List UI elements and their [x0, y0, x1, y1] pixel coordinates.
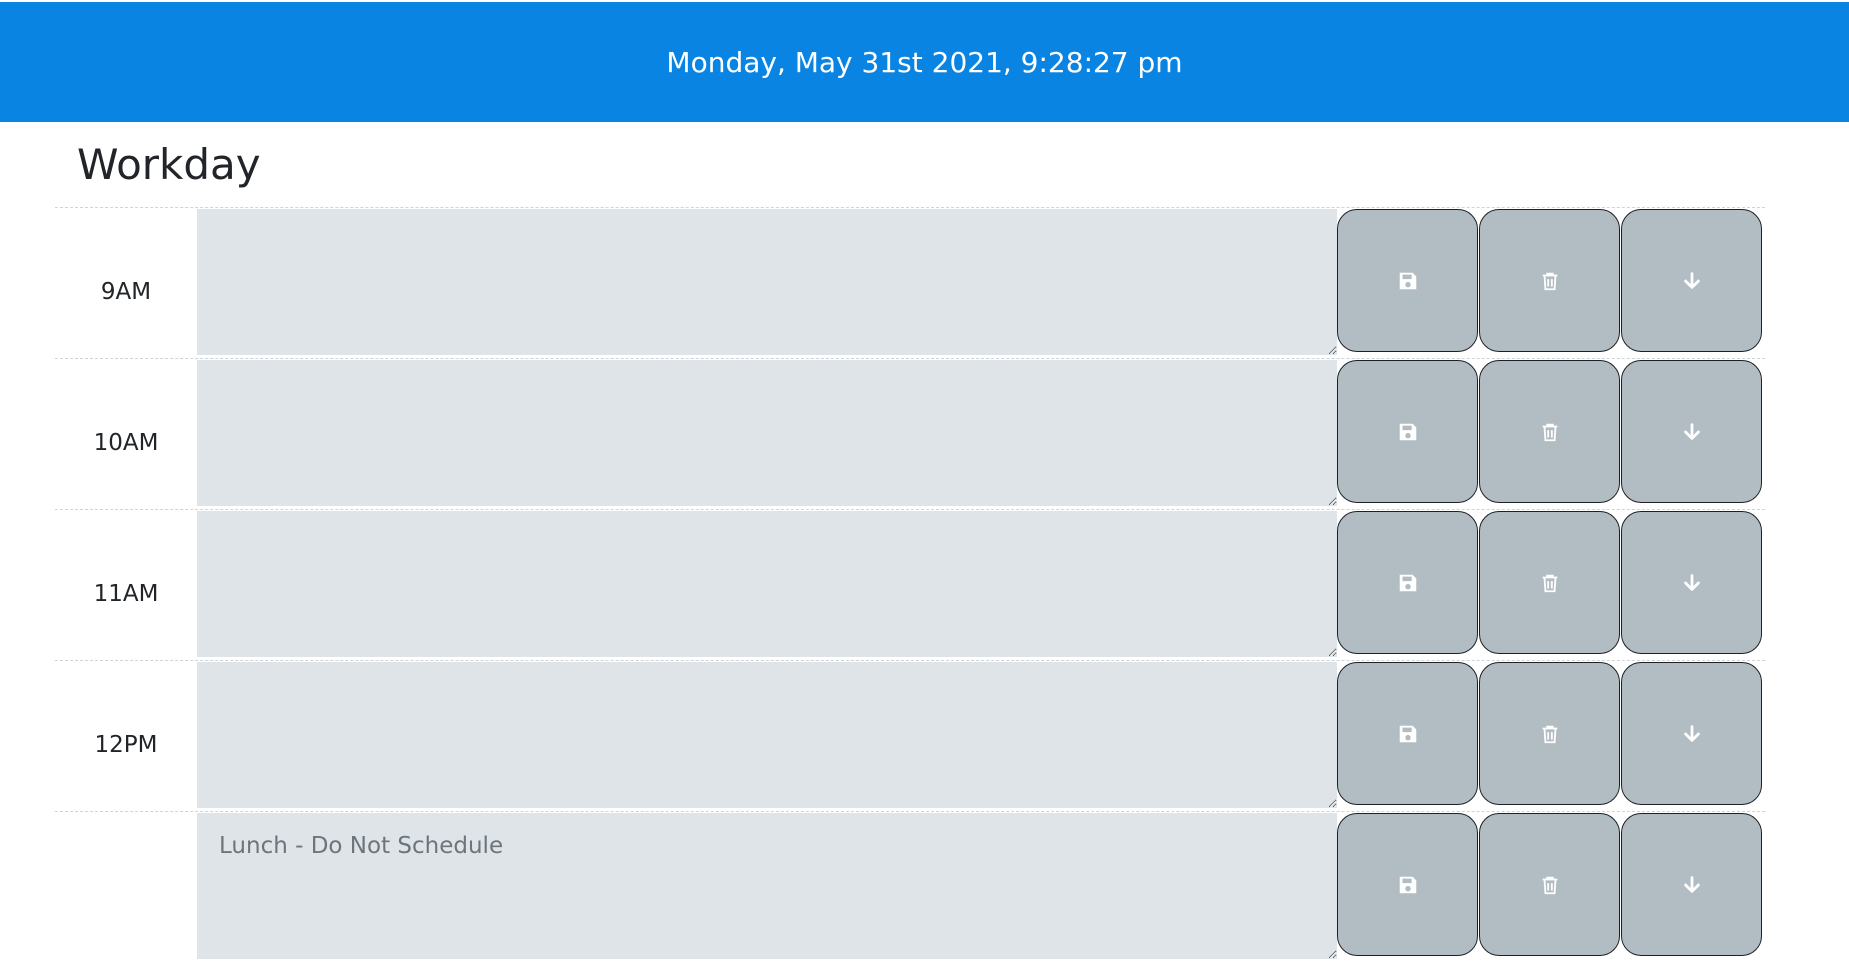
event-input[interactable]: [197, 360, 1337, 506]
save-icon: [1399, 272, 1416, 289]
hour-label: 11AM: [93, 581, 159, 607]
event-input[interactable]: [197, 511, 1337, 657]
time-blocks: 9AM 10AM 11AM 12PM Lunch - Do Not Schedu…: [55, 207, 1765, 962]
current-datetime: Monday, May 31st 2021, 9:28:27 pm: [666, 45, 1183, 79]
event-input[interactable]: [197, 662, 1337, 808]
trash-icon: [1542, 574, 1557, 592]
time-block-lunch: [55, 811, 1765, 962]
arrow-down-icon: [1683, 875, 1700, 893]
block-actions: [1337, 209, 1763, 358]
block-actions: [1337, 360, 1763, 509]
move-down-button[interactable]: [1621, 209, 1762, 352]
header-bar: Monday, May 31st 2021, 9:28:27 pm: [0, 2, 1849, 122]
move-down-button[interactable]: [1621, 360, 1762, 503]
block-actions: [1337, 662, 1763, 811]
save-button[interactable]: [1337, 209, 1478, 352]
hour-label: 9AM: [100, 279, 152, 305]
delete-button[interactable]: [1479, 209, 1620, 352]
event-input[interactable]: [197, 813, 1337, 959]
delete-button[interactable]: [1479, 360, 1620, 503]
trash-icon: [1542, 725, 1557, 743]
move-down-button[interactable]: [1621, 511, 1762, 654]
save-icon: [1399, 876, 1416, 893]
move-down-button[interactable]: [1621, 813, 1762, 956]
event-input[interactable]: [197, 209, 1337, 355]
arrow-down-icon: [1683, 271, 1700, 289]
arrow-down-icon: [1683, 422, 1700, 440]
delete-button[interactable]: [1479, 511, 1620, 654]
save-button[interactable]: [1337, 662, 1478, 805]
trash-icon: [1542, 272, 1557, 290]
move-down-button[interactable]: [1621, 662, 1762, 805]
block-actions: [1337, 813, 1763, 962]
trash-icon: [1542, 423, 1557, 441]
arrow-down-icon: [1683, 724, 1700, 742]
save-icon: [1399, 725, 1416, 742]
save-icon: [1399, 423, 1416, 440]
delete-button[interactable]: [1479, 813, 1620, 956]
time-block-11am: 11AM: [55, 509, 1765, 660]
save-button[interactable]: [1337, 360, 1478, 503]
trash-icon: [1542, 876, 1557, 894]
block-actions: [1337, 511, 1763, 660]
time-block-12pm: 12PM: [55, 660, 1765, 811]
time-block-9am: 9AM: [55, 207, 1765, 358]
delete-button[interactable]: [1479, 662, 1620, 805]
save-button[interactable]: [1337, 813, 1478, 956]
save-button[interactable]: [1337, 511, 1478, 654]
page-title: Workday: [77, 140, 261, 189]
hour-label: 10AM: [93, 430, 159, 456]
save-icon: [1399, 574, 1416, 591]
arrow-down-icon: [1683, 573, 1700, 591]
hour-label: [55, 812, 197, 962]
time-block-10am: 10AM: [55, 358, 1765, 509]
hour-label: 12PM: [94, 732, 158, 758]
